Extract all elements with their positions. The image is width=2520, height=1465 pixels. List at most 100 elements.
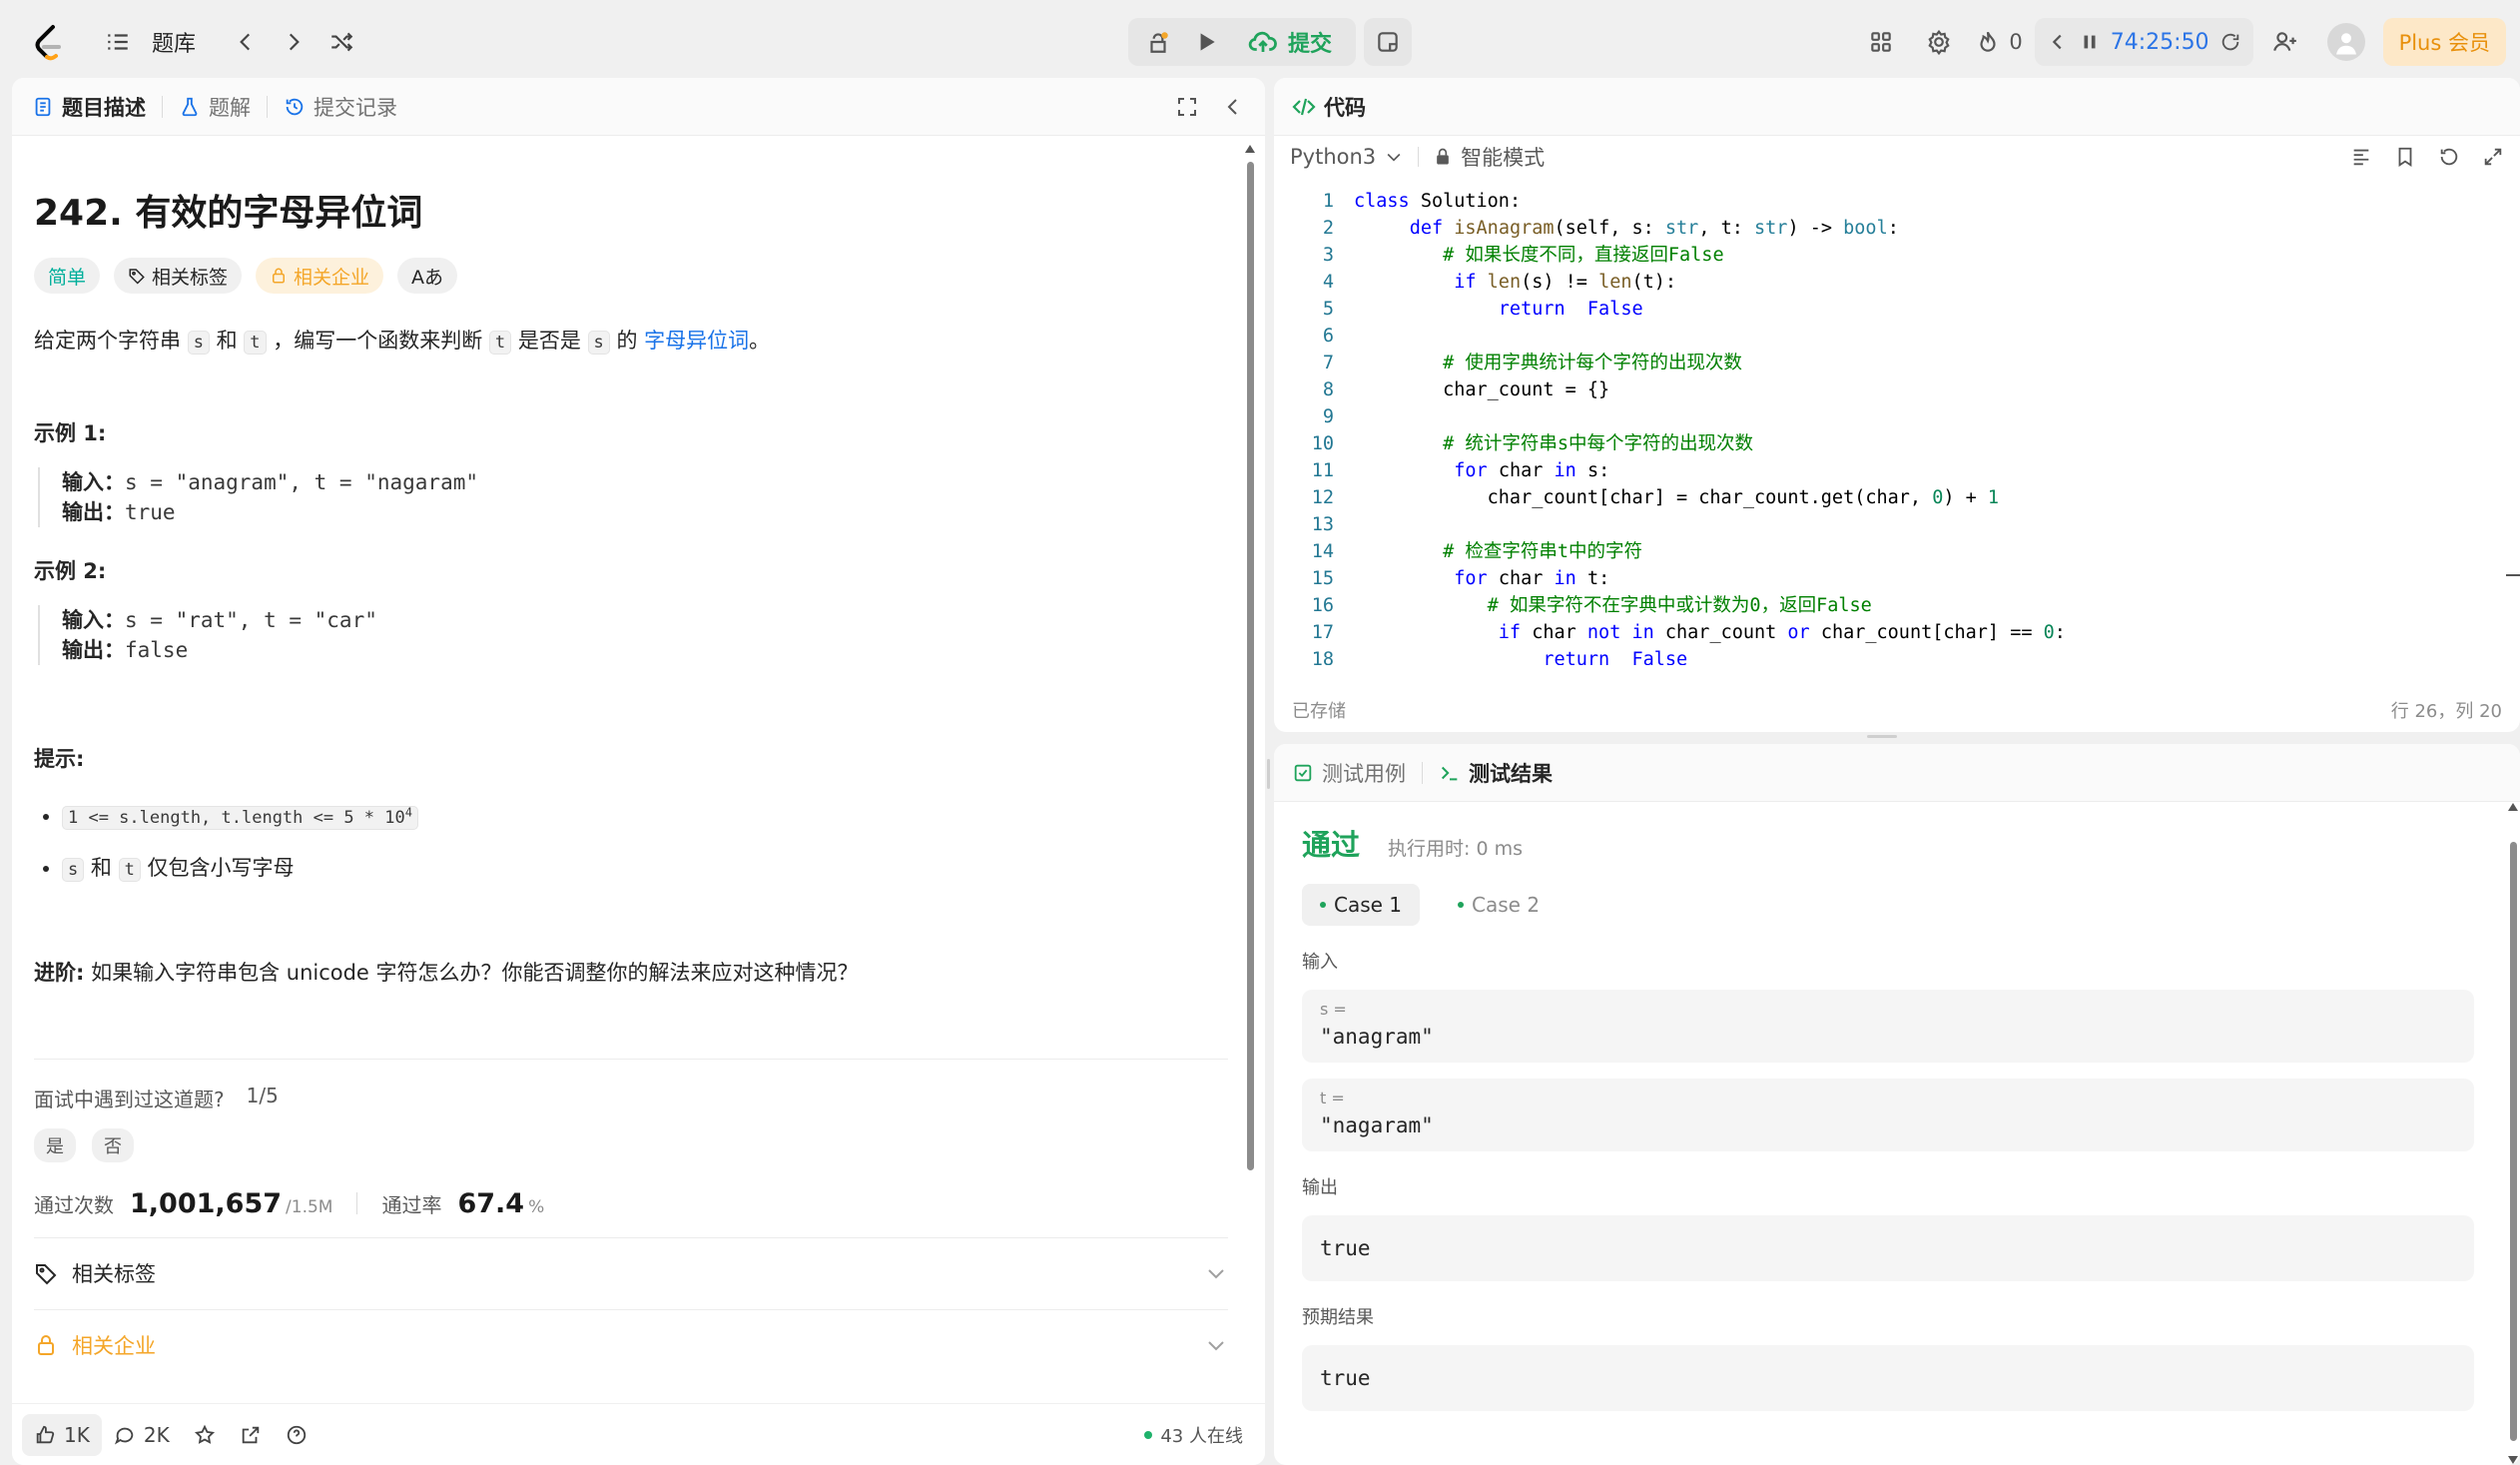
next-problem-icon[interactable]	[270, 18, 317, 66]
companies-chip[interactable]: 相关企业	[256, 258, 384, 294]
tab-solutions-label: 题解	[209, 95, 251, 120]
problem-title: 242. 有效的字母异位词	[34, 193, 423, 234]
code-line[interactable]: 8 char_count = {}	[1274, 376, 2504, 403]
constraint-text: 1 <= s.length, t.length <= 5 * 10	[68, 807, 405, 828]
history-icon	[286, 98, 304, 115]
vertical-resize-handle[interactable]	[1267, 759, 1270, 789]
scroll-up-arrow-icon[interactable]	[1244, 144, 1256, 154]
related-tags-section[interactable]: 相关标签	[34, 1236, 1228, 1309]
code-line[interactable]: 18 return False	[1274, 646, 2504, 665]
favorite-button[interactable]	[182, 1414, 228, 1456]
code-line[interactable]: 1 class Solution:	[1274, 188, 2504, 215]
leetcode-logo-icon[interactable]	[24, 18, 72, 66]
acceptance-rate-unit: %	[528, 1196, 545, 1217]
comments-button[interactable]: 2K	[102, 1414, 182, 1456]
user-avatar[interactable]	[2326, 23, 2365, 61]
pause-icon[interactable]	[2079, 31, 2101, 53]
description-scrollbar[interactable]	[1244, 144, 1256, 1465]
smart-mode-toggle[interactable]: 智能模式	[1433, 142, 1545, 172]
submissions-total: /1.5M	[286, 1196, 333, 1217]
line-number: 17	[1311, 622, 1334, 643]
collapse-panel-icon[interactable]	[1221, 95, 1245, 119]
expand-icon[interactable]	[2482, 146, 2504, 168]
comment-icon	[114, 1427, 134, 1445]
case-tab-label: Case 1	[1334, 893, 1403, 917]
settings-gear-icon[interactable]	[1915, 18, 1963, 66]
code-line[interactable]: 15 for char in t:	[1274, 565, 2504, 592]
case-tab-2[interactable]: Case 2	[1440, 884, 1558, 926]
code-editor[interactable]: 1 class Solution: 2 def isAnagram(self, s:…	[1274, 188, 2504, 665]
code-line[interactable]: 10 # 统计字符串s中每个字符的出现次数	[1274, 430, 2504, 457]
scrollbar-thumb[interactable]	[1247, 162, 1254, 1170]
code-line[interactable]: 11 for char in s:	[1274, 457, 2504, 484]
runtime: 执行用时: 0 ms	[1388, 838, 1523, 860]
reset-code-icon[interactable]	[2438, 146, 2460, 168]
bookmark-icon[interactable]	[2394, 146, 2416, 168]
format-icon[interactable]	[2350, 146, 2372, 168]
submit-button[interactable]: 提交	[1230, 26, 1350, 58]
like-button[interactable]: 1K	[22, 1413, 102, 1456]
difficulty-badge[interactable]: 简单	[34, 258, 101, 294]
run-submit-group: 提交	[1128, 18, 1357, 66]
tab-testcases[interactable]: 测试用例	[1292, 758, 1406, 788]
notes-icon[interactable]	[1364, 18, 1413, 66]
tab-solutions[interactable]: 题解	[179, 92, 251, 122]
code-line[interactable]: 7 # 使用字典统计每个字符的出现次数	[1274, 350, 2504, 376]
timer-collapse-icon[interactable]	[2047, 31, 2069, 53]
test-scrollbar[interactable]	[2506, 802, 2520, 1465]
reset-timer-icon[interactable]	[2219, 31, 2241, 53]
language-select[interactable]: Python3	[1290, 145, 1404, 169]
code-line[interactable]: 12 char_count[char] = char_count.get(cha…	[1274, 484, 2504, 511]
scroll-up-arrow-icon[interactable]	[2507, 802, 2519, 812]
run-button[interactable]	[1182, 18, 1230, 66]
code-tab-label[interactable]: 代码	[1324, 92, 1366, 122]
anagram-link[interactable]: 字母异位词	[644, 329, 749, 353]
plus-membership-button[interactable]: Plus 会员	[2382, 18, 2506, 66]
tab-submissions[interactable]: 提交记录	[284, 92, 397, 122]
add-user-icon[interactable]	[2261, 18, 2309, 66]
no-button[interactable]: 否	[92, 1127, 134, 1162]
scrollbar-thumb[interactable]	[2510, 842, 2517, 1441]
related-companies-section[interactable]: 相关企业	[34, 1308, 1228, 1381]
code-line[interactable]: 6	[1274, 323, 2504, 350]
debug-lock-icon[interactable]	[1134, 18, 1182, 66]
problem-list-icon[interactable]	[94, 18, 142, 66]
timer[interactable]: 74:25:50	[2034, 18, 2253, 66]
yes-button[interactable]: 是	[34, 1127, 76, 1162]
shuffle-icon[interactable]	[317, 18, 365, 66]
share-button[interactable]	[228, 1414, 274, 1456]
help-button[interactable]	[274, 1414, 319, 1456]
code-line[interactable]: 5 return False	[1274, 296, 2504, 323]
code-line[interactable]: 3 # 如果长度不同，直接返回False	[1274, 242, 2504, 269]
code-line[interactable]: 13	[1274, 511, 2504, 538]
line-number: 11	[1311, 460, 1334, 481]
interview-answers: 是 否	[34, 1127, 1228, 1162]
tab-test-result[interactable]: 测试结果	[1439, 758, 1553, 788]
code-line[interactable]: 2 def isAnagram(self, s: str, t: str) ->…	[1274, 215, 2504, 242]
tab-description[interactable]: 题目描述	[32, 92, 146, 122]
problem-bank-label[interactable]: 题库	[152, 26, 196, 58]
case-tab-1[interactable]: Case 1	[1302, 884, 1421, 926]
code-line[interactable]: 17 if char not in char_count or char_cou…	[1274, 619, 2504, 646]
tags-chip[interactable]: 相关标签	[114, 258, 243, 294]
streak-counter[interactable]: 0	[1975, 29, 2023, 55]
line-number: 14	[1311, 541, 1334, 562]
code-token: # 使用字典统计每个字符的出现次数	[1443, 353, 1742, 373]
code-line[interactable]: 9	[1274, 403, 2504, 430]
line-number: 16	[1311, 595, 1334, 616]
fullscreen-icon[interactable]	[1175, 95, 1199, 119]
line-code: if len(s) != len(t):	[1334, 269, 1676, 296]
line-code: return False	[1334, 646, 1687, 665]
output-section-label: 输出	[1302, 1177, 1338, 1198]
font-size-chip[interactable]: Aあ	[397, 258, 458, 294]
code-line[interactable]: 16 # 如果字符不在字典中或计数为0，返回False	[1274, 592, 2504, 619]
horizontal-resize-handle[interactable]	[1867, 735, 1897, 738]
scroll-down-arrow-icon[interactable]	[2507, 1455, 2519, 1465]
code-line[interactable]: 14 # 检查字符串t中的字符	[1274, 538, 2504, 565]
code-line[interactable]: 4 if len(s) != len(t):	[1274, 269, 2504, 296]
inline-code-t: t	[488, 331, 512, 355]
prev-problem-icon[interactable]	[222, 18, 270, 66]
layout-grid-icon[interactable]	[1857, 18, 1905, 66]
